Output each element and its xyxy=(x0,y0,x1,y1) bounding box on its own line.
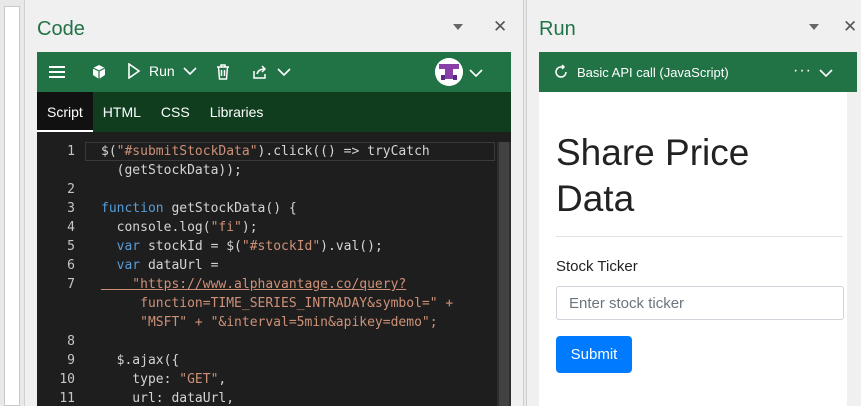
submit-button[interactable]: Submit xyxy=(556,336,632,373)
line-number: 11 xyxy=(59,391,75,406)
code-line: url: dataUrl, xyxy=(101,391,235,406)
chevron-down-icon[interactable] xyxy=(183,66,197,76)
play-icon xyxy=(128,63,141,79)
left-scroll-strip xyxy=(0,0,24,406)
run-output: Share Price Data Stock Ticker Submit xyxy=(539,92,857,406)
code-line: type: "GET", xyxy=(101,372,227,387)
code-editor[interactable]: 1 2 3 4 5 6 7 8 9 10 11 $("#submitStockD… xyxy=(37,132,511,406)
share-icon xyxy=(253,65,267,79)
line-number: 1 xyxy=(67,144,75,159)
code-line: var dataUrl = xyxy=(116,258,219,273)
code-line: "https://www.alphavantage.co/query? xyxy=(101,277,407,292)
code-pane-title: Code xyxy=(37,18,85,40)
code-line: var stockId = $("#stockId").val(); xyxy=(116,239,383,254)
run-button-label: Run xyxy=(149,63,175,79)
line-number: 8 xyxy=(67,334,75,349)
line-number: 10 xyxy=(59,372,75,387)
tab-css[interactable]: CSS xyxy=(151,92,200,132)
code-pane: Code ✕ Run Script HTML CSS Libraries 1 2… xyxy=(24,0,524,406)
avatar[interactable] xyxy=(435,58,463,86)
outer-scrollbar[interactable] xyxy=(4,6,20,406)
code-line: function=TIME_SERIES_INTRADAY&symbol=" + xyxy=(101,296,454,311)
tab-script[interactable]: Script xyxy=(37,92,93,132)
code-pane-collapse-icon[interactable] xyxy=(453,22,463,33)
run-pane-close-icon[interactable]: ✕ xyxy=(843,17,857,37)
run-toolbar: Basic API call (JavaScript) ··· xyxy=(539,52,857,92)
code-toolbar: Run xyxy=(37,52,511,92)
code-line: function getStockData() { xyxy=(101,201,297,216)
more-icon[interactable]: ··· xyxy=(793,62,812,80)
divider xyxy=(556,236,843,237)
line-number: 9 xyxy=(67,353,75,368)
code-line: "MSFT" + "&interval=5min&apikey=demo"; xyxy=(101,315,438,330)
stock-ticker-input[interactable] xyxy=(556,286,844,320)
code-line: console.log("fi"); xyxy=(101,220,258,235)
tab-html[interactable]: HTML xyxy=(93,92,151,132)
share-button[interactable] xyxy=(251,63,291,81)
cube-icon[interactable] xyxy=(91,64,107,85)
chevron-down-icon[interactable] xyxy=(819,65,833,83)
code-line: $("#submitStockData").click(() => tryCat… xyxy=(101,144,430,159)
editor-scrollbar-thumb[interactable] xyxy=(499,142,509,406)
run-button[interactable]: Run xyxy=(127,63,197,79)
line-number: 6 xyxy=(67,258,75,273)
editor-scrollbar[interactable] xyxy=(497,142,511,406)
line-number: 3 xyxy=(67,201,75,216)
run-pane: Run ✕ Basic API call (JavaScript) ··· Sh… xyxy=(526,0,861,406)
line-number-gutter: 1 2 3 4 5 6 7 8 9 10 11 xyxy=(37,132,85,406)
line-number: 4 xyxy=(67,220,75,235)
trash-icon[interactable] xyxy=(215,63,231,86)
stock-ticker-label: Stock Ticker xyxy=(556,258,638,275)
code-line: (getStockData)); xyxy=(101,163,242,178)
line-number: 7 xyxy=(67,277,75,292)
editor-tabs: Script HTML CSS Libraries xyxy=(37,92,511,132)
app-window: Code ✕ Run Script HTML CSS Libraries 1 2… xyxy=(0,0,861,406)
refresh-icon[interactable] xyxy=(553,64,569,80)
line-number: 5 xyxy=(67,239,75,254)
code-line: $.ajax({ xyxy=(101,353,180,368)
account-chevron-down-icon[interactable] xyxy=(469,65,483,83)
tab-libraries[interactable]: Libraries xyxy=(200,92,274,132)
run-pane-collapse-icon[interactable] xyxy=(809,22,819,33)
run-scrollbar[interactable] xyxy=(847,92,861,406)
code-pane-close-icon[interactable]: ✕ xyxy=(493,17,507,37)
snippet-title: Basic API call (JavaScript) xyxy=(577,65,729,80)
page-heading: Share Price Data xyxy=(556,132,750,219)
run-pane-title: Run xyxy=(539,18,576,40)
hamburger-icon[interactable] xyxy=(49,66,65,78)
chevron-down-icon[interactable] xyxy=(277,67,291,77)
line-number: 2 xyxy=(67,182,75,197)
